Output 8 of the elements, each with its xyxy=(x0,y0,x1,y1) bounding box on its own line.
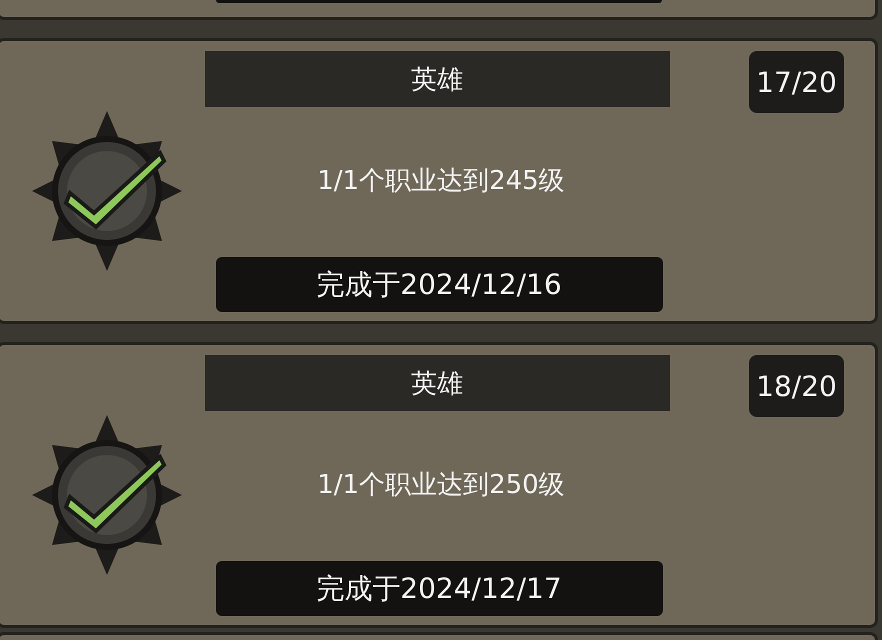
progress-badge: 17/20 xyxy=(749,51,844,113)
completion-date: 完成于2024/12/16 xyxy=(216,257,662,312)
progress-badge: 18/20 xyxy=(749,355,844,417)
completion-date: 完成于2024/12/17 xyxy=(216,561,662,616)
achievement-title: 英雄 xyxy=(204,51,670,107)
achievement-description: 1/1个职业达到250级 xyxy=(316,468,566,502)
achievement-description: 1/1个职业达到245级 xyxy=(316,164,566,198)
achievement-title: 英雄 xyxy=(204,355,670,411)
